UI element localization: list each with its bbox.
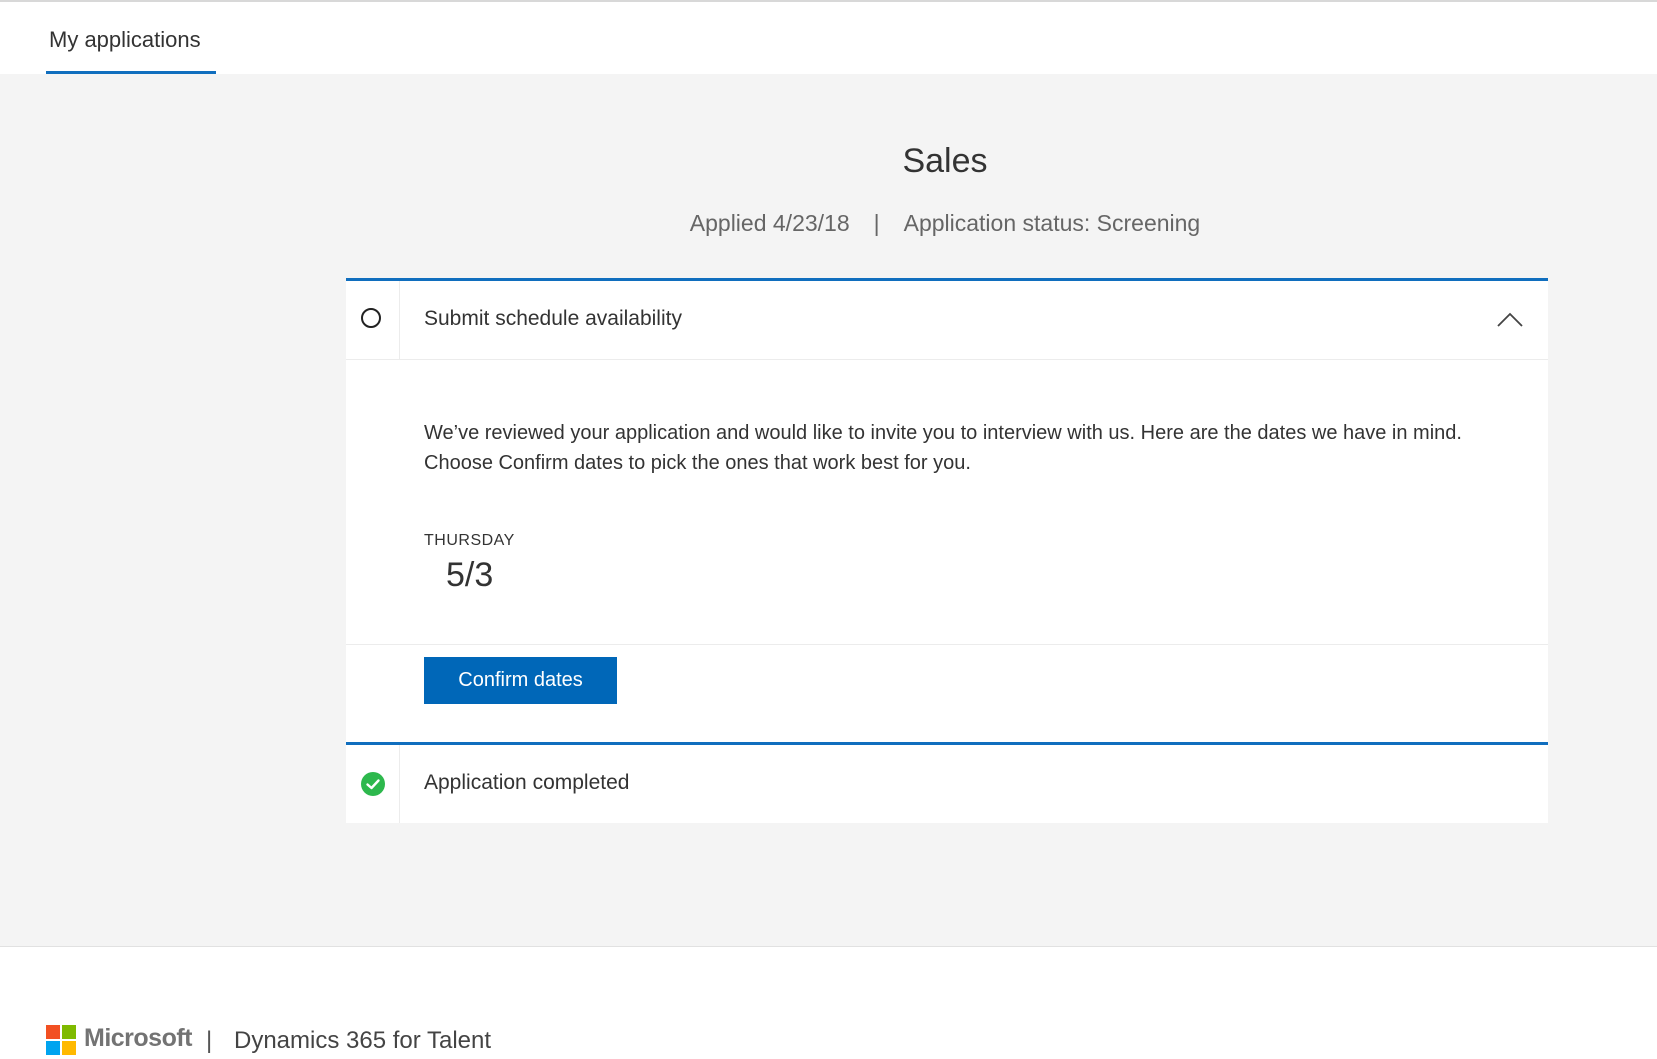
tab-label: My applications: [49, 27, 201, 52]
logo-square-blue: [46, 1041, 60, 1055]
empty-circle-icon: [361, 308, 381, 328]
main-content: Sales Applied 4/23/18 | Application status…: [0, 74, 1657, 947]
interview-day: THURSDAY: [424, 532, 515, 549]
footer: Microsoft | Dynamics 365 for Talent: [0, 947, 1657, 1059]
logo-square-red: [46, 1025, 60, 1039]
invitation-message: We’ve reviewed your application and woul…: [424, 422, 1462, 474]
application-meta: Applied 4/23/18 | Application status: Scre…: [0, 210, 1657, 237]
step-title: Application completed: [424, 771, 630, 794]
step-header[interactable]: Application completed: [346, 745, 1548, 823]
step-card-application-completed: Application completed: [346, 742, 1548, 823]
footer-separator: |: [206, 1027, 213, 1054]
applied-date: Applied 4/23/18: [689, 210, 850, 236]
step-status-column: [346, 745, 400, 823]
job-title: Sales: [902, 142, 988, 180]
chevron-up-icon[interactable]: [1496, 309, 1524, 329]
microsoft-logo-icon: [46, 1025, 76, 1055]
interview-date: 5/3: [446, 556, 494, 594]
step-title: Submit schedule availability: [424, 307, 682, 330]
microsoft-wordmark: Microsoft: [84, 1024, 193, 1052]
step-card-schedule: Submit schedule availability We’ve revie…: [346, 278, 1548, 794]
step-header[interactable]: Submit schedule availability: [346, 281, 1548, 360]
logo-square-yellow: [62, 1041, 76, 1055]
green-check-circle-icon: [361, 772, 385, 796]
step-body: We’ve reviewed your application and woul…: [346, 360, 1548, 645]
header: My applications: [0, 2, 1657, 74]
step-footer: Confirm dates: [346, 645, 1548, 717]
step-status-column: [346, 281, 400, 359]
product-name: Dynamics 365 for Talent: [234, 1027, 492, 1054]
meta-separator: |: [873, 210, 880, 236]
confirm-dates-button[interactable]: Confirm dates: [424, 657, 617, 704]
logo-square-green: [62, 1025, 76, 1039]
tab-my-applications[interactable]: My applications: [46, 24, 216, 74]
application-status: Application status: Screening: [903, 210, 1201, 236]
